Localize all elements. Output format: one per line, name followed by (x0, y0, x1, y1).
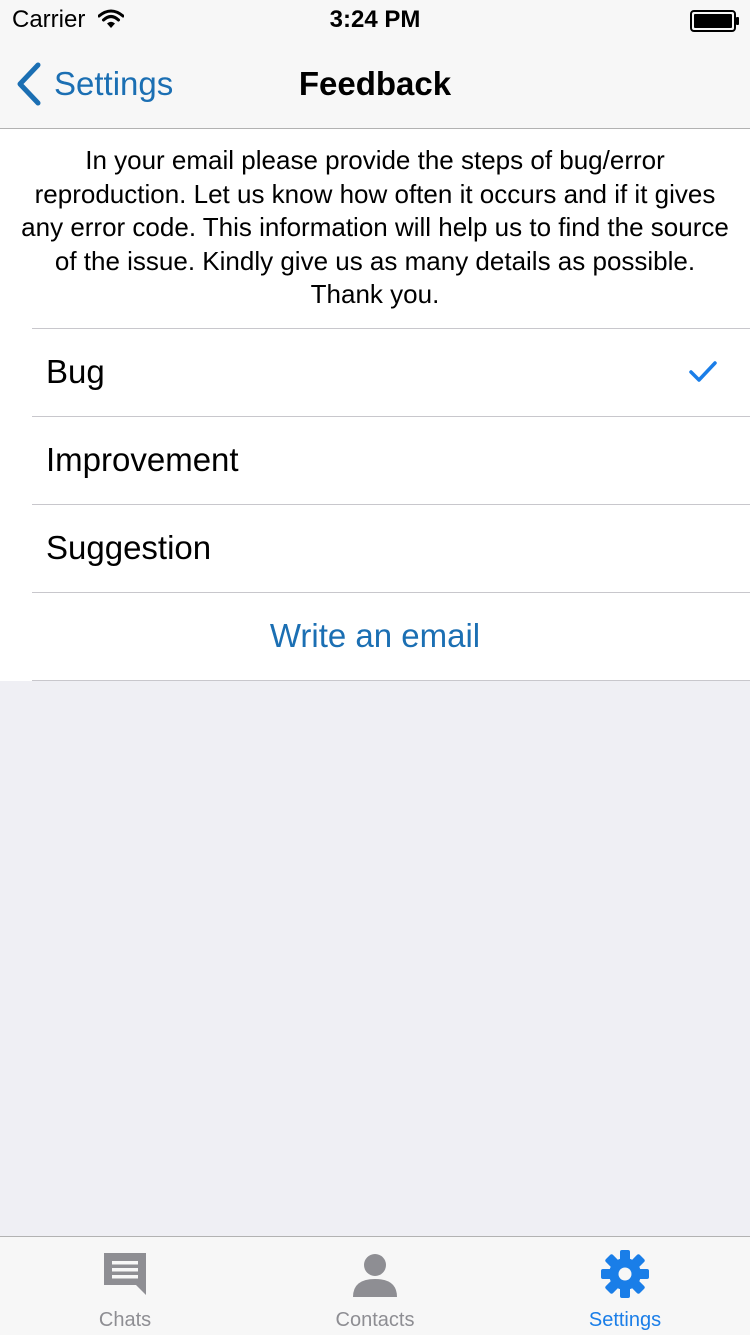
tab-settings[interactable]: Settings (500, 1237, 750, 1335)
back-button[interactable]: Settings (14, 40, 173, 128)
tab-label: Chats (98, 1309, 152, 1331)
tab-label: Contacts (335, 1309, 415, 1331)
navigation-bar: Feedback Settings (0, 40, 750, 129)
feedback-type-label: Improvement (46, 441, 239, 478)
tab-chats[interactable]: Chats (0, 1237, 250, 1335)
info-text: In your email please provide the steps o… (21, 145, 729, 310)
feedback-type-suggestion[interactable]: Suggestion (0, 504, 750, 592)
feedback-type-label: Suggestion (46, 529, 212, 566)
tab-label: Settings (588, 1309, 662, 1331)
back-button-label: Settings (54, 65, 174, 102)
chevron-left-icon (17, 62, 41, 106)
chat-bubble-icon (104, 1253, 146, 1295)
row-divider (32, 328, 750, 329)
tab-bar: Chats Contacts Settings (0, 1236, 750, 1335)
write-email-label: Write an email (269, 617, 481, 654)
feedback-type-label: Bug (46, 353, 105, 390)
feedback-content: In your email please provide the steps o… (0, 129, 750, 681)
feedback-type-improvement[interactable]: Improvement (0, 416, 750, 504)
gear-icon (601, 1250, 649, 1298)
row-divider (32, 680, 750, 681)
status-time: 3:24 PM (329, 6, 421, 33)
person-icon (353, 1254, 397, 1297)
battery-icon (690, 10, 739, 32)
status-bar: Carrier 3:24 PM (0, 0, 750, 40)
checkmark-icon (689, 361, 717, 382)
write-email-button[interactable]: Write an email (0, 592, 750, 680)
feedback-type-bug[interactable]: Bug (0, 328, 750, 416)
tab-contacts[interactable]: Contacts (250, 1237, 500, 1335)
